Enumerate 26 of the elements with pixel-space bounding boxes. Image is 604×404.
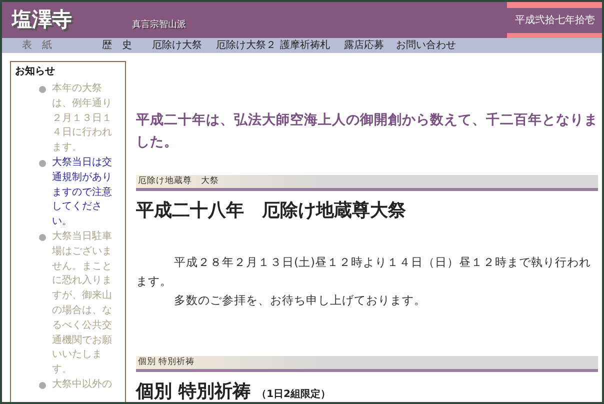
body-text: 多数のご参拝を、お待ち申し上げております。 xyxy=(173,292,427,309)
body-text: 平成２８年２月１３日(土)昼１２時より１４日（日）昼１２時まで執り行われます。 xyxy=(136,254,592,290)
nav-link[interactable]: 歴 史 xyxy=(102,39,152,52)
nav-link[interactable]: 厄除け大祭２ xyxy=(216,39,280,52)
notice-link[interactable]: 大祭当日は交通規制がありますので注意してください。 xyxy=(52,156,114,230)
nav-link[interactable]: 護摩祈祷札 xyxy=(280,39,344,52)
notice-title: お知らせ xyxy=(15,64,56,79)
date-banner: 平成弐拾七年拾壱 xyxy=(507,2,602,38)
bullet-icon xyxy=(39,234,46,241)
site-logo[interactable]: 塩澤寺 xyxy=(2,2,82,38)
nav-link[interactable]: お問い合わせ xyxy=(396,39,466,52)
bullet-icon xyxy=(39,86,46,93)
heading-note: （1日2組限定） xyxy=(256,389,330,400)
nav-link[interactable]: 露店応募 xyxy=(344,39,396,52)
notice-text: 大祭中以外の xyxy=(52,378,113,392)
nav-link[interactable]: 厄除け大祭 xyxy=(152,39,216,52)
section-heading: 平成二十八年 厄除け地蔵尊大祭 xyxy=(136,200,406,221)
bullet-icon xyxy=(39,382,46,389)
notice-text: 大祭当日駐車場はございません。まことに恐れ入りますが、御来山の場合は、なるべく公共交通機関でお願いいたします。 xyxy=(52,230,113,378)
intro-text: 平成二十年は、弘法大師空海上人の御開創から数えて、千二百年となりました。 xyxy=(136,111,598,152)
section-bar: 個別 特別祈祷 xyxy=(136,356,598,372)
notice-text: 本年の大祭は、例年通り２月１３日１４日に行われます。 xyxy=(52,82,113,156)
bullet-icon xyxy=(39,160,46,167)
section-bar: 厄除け地蔵尊 大祭 xyxy=(136,175,598,191)
section-heading: 個別 特別祈祷 xyxy=(136,381,250,402)
sect-name: 真言宗智山派 xyxy=(132,18,186,32)
